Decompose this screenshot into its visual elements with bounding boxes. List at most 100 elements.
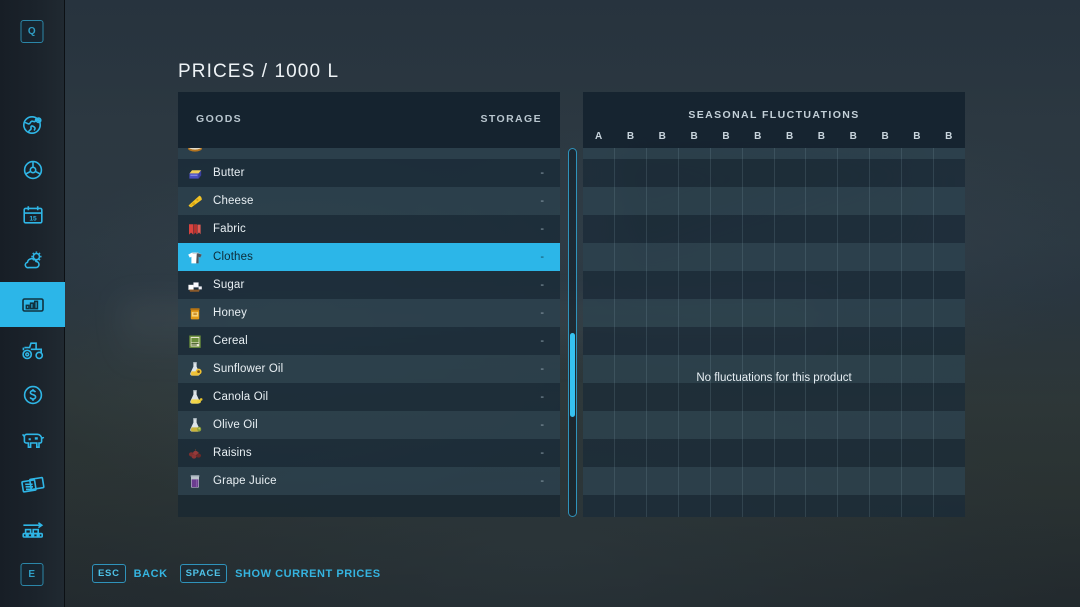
animals-cow-icon: [20, 427, 46, 453]
clothes-icon: [186, 248, 204, 266]
goods-row-fabric[interactable]: Fabric -: [178, 215, 560, 243]
butter-icon: [186, 164, 204, 182]
fluctuation-column-header: B: [774, 131, 806, 142]
fluctuations-empty-message: No fluctuations for this product: [583, 372, 965, 384]
goods-row-clothes[interactable]: Clothes -: [178, 243, 560, 271]
sidebar-item-map[interactable]: [0, 102, 65, 147]
fluctuations-column-labels: ABBBBBBBBBBB: [583, 131, 965, 142]
sidebar-nav-rail: Q: [0, 0, 65, 607]
fluctuation-column-header: A: [583, 131, 615, 142]
cereal-icon: [186, 332, 204, 350]
sidebar-item-prices[interactable]: [0, 282, 65, 327]
fluctuation-column-header: B: [647, 131, 679, 142]
fluctuation-row-stripe: [583, 187, 965, 215]
goods-row-label: Honey: [213, 307, 247, 319]
goods-scrollbar-track[interactable]: [568, 148, 577, 517]
goods-row-butter[interactable]: Butter -: [178, 159, 560, 187]
svg-text:15: 15: [29, 215, 37, 222]
goods-row-cereal[interactable]: Cereal-: [178, 327, 560, 355]
contracts-icon: [20, 472, 46, 498]
goods-scroll-viewport[interactable]: Cake-Butter-Cheese-Fabric-Clothes-Sugar-…: [178, 148, 560, 517]
goods-row-storage-value: -: [540, 363, 544, 375]
sidebar-item-calendar[interactable]: 15: [0, 192, 65, 237]
sugar-icon: [186, 276, 204, 294]
goods-row-canola-oil[interactable]: Canola Oil-: [178, 383, 560, 411]
sidebar-item-animals[interactable]: [0, 417, 65, 462]
footer-hint-show-current-prices[interactable]: SPACE SHOW CURRENT PRICES: [180, 564, 381, 583]
goods-row-label: Butter: [213, 167, 245, 179]
footer-hint-key[interactable]: SPACE: [180, 564, 228, 583]
goods-row-storage-value: -: [540, 391, 544, 403]
goods-row-raisins[interactable]: Raisins -: [178, 439, 560, 467]
column-header-goods: GOODS: [196, 113, 242, 125]
goods-row-label: Cake: [213, 148, 240, 151]
goods-row-label: Sugar: [213, 279, 244, 291]
goods-row-label: Cheese: [213, 195, 254, 207]
fluctuation-row-stripe: [583, 467, 965, 495]
grape-juice-icon: [186, 472, 204, 490]
goods-row-grape-juice[interactable]: Grape Juice-: [178, 467, 560, 495]
fluctuation-row-stripe: [583, 148, 965, 159]
goods-row-storage-value: -: [540, 419, 544, 431]
goods-row-honey[interactable]: Honey-: [178, 299, 560, 327]
goods-row-label: Sunflower Oil: [213, 363, 283, 375]
sidebar-item-vehicles[interactable]: [0, 147, 65, 192]
fabric-icon: [186, 220, 204, 238]
page-title: PRICES / 1000 L: [178, 61, 339, 83]
raisins-icon: [186, 444, 204, 462]
weather-icon: [21, 248, 45, 272]
goods-row-storage-value: -: [540, 335, 544, 347]
goods-row-storage-value: -: [540, 223, 544, 235]
fluctuations-title: SEASONAL FLUCTUATIONS: [583, 109, 965, 121]
footer-hint-back[interactable]: ESCBACK: [92, 564, 168, 583]
goods-row-cheese[interactable]: Cheese-: [178, 187, 560, 215]
fluctuation-column-header: B: [869, 131, 901, 142]
goods-row-label: Clothes: [213, 251, 253, 263]
goods-row-label: Fabric: [213, 223, 246, 235]
goods-row-storage-value: -: [540, 279, 544, 291]
goods-scrollbar-thumb[interactable]: [570, 333, 575, 417]
globe-map-icon: [21, 113, 45, 137]
fluctuation-row-stripe: [583, 215, 965, 243]
goods-table-header: GOODS STORAGE: [178, 92, 560, 148]
goods-row-storage-value: -: [540, 167, 544, 179]
fluctuation-column-header: B: [742, 131, 774, 142]
goods-row-label: Raisins: [213, 447, 252, 459]
goods-row-storage-value: -: [540, 475, 544, 487]
goods-row-cake[interactable]: Cake -: [178, 148, 560, 159]
fluctuations-row-stripes: [583, 148, 965, 517]
goods-panel: GOODS STORAGE Cake-Butter-Cheese-Fabric-…: [178, 92, 560, 517]
honey-icon: [186, 304, 204, 322]
fluctuation-row-stripe: [583, 327, 965, 355]
canola-oil-icon: [186, 388, 204, 406]
goods-row-olive-oil[interactable]: Olive Oil-: [178, 411, 560, 439]
sidebar-item-contracts[interactable]: [0, 462, 65, 507]
sidebar-item-weather[interactable]: [0, 237, 65, 282]
goods-list: Cake-Butter-Cheese-Fabric-Clothes-Sugar-…: [178, 148, 560, 495]
cake-icon: [186, 148, 204, 154]
fluctuation-row-stripe: [583, 159, 965, 187]
fluctuations-body: No fluctuations for this product: [583, 148, 965, 517]
goods-row-storage-value: -: [540, 251, 544, 263]
fluctuation-row-stripe: [583, 271, 965, 299]
production-icon: [20, 517, 46, 543]
column-header-storage: STORAGE: [480, 113, 542, 125]
goods-row-sunflower-oil[interactable]: Sunflower Oil -: [178, 355, 560, 383]
goods-row-sugar[interactable]: Sugar -: [178, 271, 560, 299]
olive-oil-icon: [186, 416, 204, 434]
fluctuation-column-header: B: [901, 131, 933, 142]
fluctuation-column-header: B: [615, 131, 647, 142]
fluctuation-column-header: B: [678, 131, 710, 142]
fluctuations-header: SEASONAL FLUCTUATIONS ABBBBBBBBBBB: [583, 92, 965, 148]
fluctuation-column-header: B: [933, 131, 965, 142]
footer-hint-label: SHOW CURRENT PRICES: [235, 568, 381, 580]
sidebar-item-statistics[interactable]: [0, 327, 65, 372]
calendar-icon: 15: [21, 203, 45, 227]
footer-hint-key[interactable]: ESC: [92, 564, 126, 583]
goods-row-storage-value: -: [540, 447, 544, 459]
prev-tab-key-hint[interactable]: Q: [21, 20, 44, 43]
sidebar-item-production[interactable]: [0, 507, 65, 552]
sidebar-item-finances[interactable]: [0, 372, 65, 417]
goods-row-storage-value: -: [540, 148, 544, 151]
next-tab-key-hint[interactable]: E: [21, 563, 44, 586]
